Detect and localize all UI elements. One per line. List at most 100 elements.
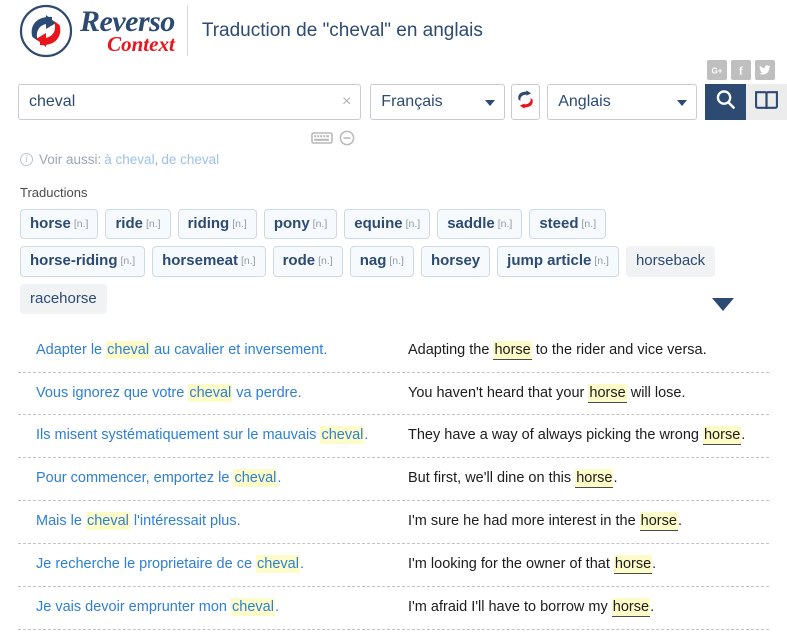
example-target-before: I'm afraid I'll have to borrow my: [408, 598, 612, 615]
facebook-icon[interactable]: f: [731, 60, 751, 80]
translation-tag-term: racehorse: [30, 289, 97, 307]
translation-tag[interactable]: pony [n.]: [263, 209, 338, 240]
dictionary-button[interactable]: [745, 84, 787, 120]
example-target: I'm sure he had more interest in the hor…: [388, 512, 769, 532]
example-row[interactable]: Je recherche le proprietaire de ce cheva…: [18, 544, 769, 587]
chevron-down-icon[interactable]: [712, 297, 734, 311]
example-row[interactable]: Ils misent systématiquement sur le mauva…: [18, 415, 769, 459]
search-icon: [714, 88, 737, 116]
example-source-after: va perdre.: [232, 384, 302, 401]
translation-tag[interactable]: steed [n.]: [529, 209, 607, 240]
example-target-after: .: [613, 470, 618, 487]
translation-tag[interactable]: horse-riding [n.]: [20, 246, 146, 277]
translation-tag[interactable]: equine [n.]: [344, 209, 431, 240]
search-submit-button[interactable]: [705, 84, 746, 120]
example-target-after: will lose.: [626, 384, 686, 401]
header-divider: [186, 6, 188, 56]
search-input[interactable]: [19, 85, 361, 119]
example-source-highlight: cheval: [106, 340, 151, 359]
example-target: I'm looking for the owner of that horse.: [388, 554, 769, 574]
translation-tags: horse [n.] ride [n.] riding [n.] pony [n.] equin…: [20, 209, 734, 314]
example-row[interactable]: Pour commencer, emportez le cheval. But f…: [18, 458, 769, 502]
chevron-down-icon: [484, 100, 495, 106]
search-bar: × Français Anglais: [18, 84, 787, 120]
example-source-after: .: [364, 427, 369, 444]
virtual-keyboard-icon[interactable]: [311, 131, 333, 145]
example-source: Je vais devoir emprunter mon cheval.: [18, 597, 388, 617]
example-target-after: .: [677, 513, 682, 530]
example-source-before: Je vais devoir emprunter mon: [36, 598, 232, 615]
swap-languages-button[interactable]: [510, 84, 541, 120]
svg-text:G+: G+: [711, 67, 722, 76]
source-language-select[interactable]: Français: [370, 84, 505, 120]
example-target-highlight: horse: [575, 469, 614, 489]
translation-tag-term: riding: [187, 215, 230, 232]
translations-label: Traductions: [20, 185, 88, 200]
info-icon: i: [20, 153, 33, 166]
translation-tag-pos: [n.]: [581, 218, 597, 230]
example-source-highlight: cheval: [231, 597, 275, 616]
example-target-before: But first, we'll dine on this: [408, 470, 576, 487]
see-also-separator: ,: [154, 152, 159, 167]
brand-wordmark: Reverso Context: [80, 7, 175, 55]
see-also-link-2[interactable]: de cheval: [161, 152, 219, 167]
example-source-after: au cavalier et inversement.: [150, 341, 328, 358]
example-target: But first, we'll dine on this horse.: [388, 469, 769, 489]
example-source-before: Pour commencer, emportez le: [36, 470, 234, 487]
translation-tag[interactable]: ride [n.]: [105, 209, 171, 240]
reverso-swap-logo-icon: [18, 3, 74, 59]
translation-tag-term: steed: [539, 215, 579, 232]
example-source-before: Ils misent systématiquement sur le mauva…: [36, 427, 321, 444]
see-also-link-1[interactable]: à cheval: [104, 152, 154, 167]
svg-text:f: f: [739, 65, 743, 78]
translation-tag[interactable]: nag [n.]: [349, 246, 414, 277]
twitter-icon[interactable]: [755, 60, 775, 80]
translation-tag-term: jump article: [507, 252, 592, 270]
clear-search-icon[interactable]: ×: [342, 94, 351, 110]
example-source-after: .: [274, 598, 279, 615]
translation-tag[interactable]: horse [n.]: [20, 209, 99, 240]
translation-tag-term: horsey: [430, 252, 481, 270]
minus-circle-icon[interactable]: [339, 130, 355, 146]
example-source-after: .: [299, 555, 304, 572]
example-row[interactable]: Mais le cheval l'intéressait plus. I'm su…: [18, 501, 769, 544]
translation-tag[interactable]: saddle [n.]: [437, 209, 523, 240]
translation-tag[interactable]: horsey: [420, 246, 491, 277]
translation-tag-term: rode: [282, 252, 316, 270]
translation-tag[interactable]: horsemeat [n.]: [152, 246, 266, 277]
example-source-highlight: cheval: [85, 512, 130, 531]
example-source: Vous ignorez que votre cheval va perdre.: [18, 383, 388, 403]
translation-tag[interactable]: jump article [n.]: [497, 246, 619, 277]
brand-logo[interactable]: Reverso Context: [18, 3, 175, 59]
translation-tag-term: saddle: [447, 215, 495, 232]
example-source-before: Vous ignorez que votre: [36, 384, 189, 401]
translation-tag-pos: [n.]: [312, 218, 328, 230]
swap-languages-icon: [515, 89, 536, 115]
translation-tag[interactable]: racehorse: [20, 283, 107, 314]
target-language-select[interactable]: Anglais: [547, 84, 698, 120]
translation-tag[interactable]: horseback: [625, 246, 716, 277]
translation-tag-pos: [n.]: [405, 218, 421, 230]
example-target-highlight: horse: [588, 383, 627, 403]
example-target: They have a way of always picking the wr…: [388, 426, 769, 446]
example-source-after: .: [277, 470, 282, 487]
example-source: Je recherche le proprietaire de ce cheva…: [18, 554, 388, 574]
example-target: You haven't heard that your horse will l…: [388, 383, 769, 403]
example-row[interactable]: Vous ignorez que votre cheval va perdre.…: [18, 373, 769, 416]
translation-tag-term: horse: [30, 215, 71, 232]
example-source-before: Je recherche le proprietaire de ce: [36, 555, 257, 572]
example-row[interactable]: Je vais devoir emprunter mon cheval. I'm …: [18, 587, 769, 630]
google-plus-icon[interactable]: G+: [707, 60, 727, 80]
example-target-before: I'm looking for the owner of that: [408, 555, 614, 572]
examples-list: Adapter le cheval au cavalier et inverse…: [0, 330, 787, 637]
translation-tag[interactable]: riding [n.]: [177, 209, 257, 240]
translation-tag-term: horse-riding: [30, 252, 118, 270]
page-title: Traduction de "cheval" en anglais: [201, 20, 483, 41]
example-row[interactable]: Hippolyte prendra soin de votre cheval.H…: [18, 630, 769, 637]
translation-tag-term: ride: [115, 215, 143, 232]
translation-tag[interactable]: rode [n.]: [272, 246, 343, 277]
translation-tag-term: horseback: [635, 252, 706, 270]
example-row[interactable]: Adapter le cheval au cavalier et inverse…: [18, 330, 769, 373]
translation-tag-pos: [n.]: [389, 255, 404, 268]
example-target-highlight: horse: [611, 597, 651, 617]
